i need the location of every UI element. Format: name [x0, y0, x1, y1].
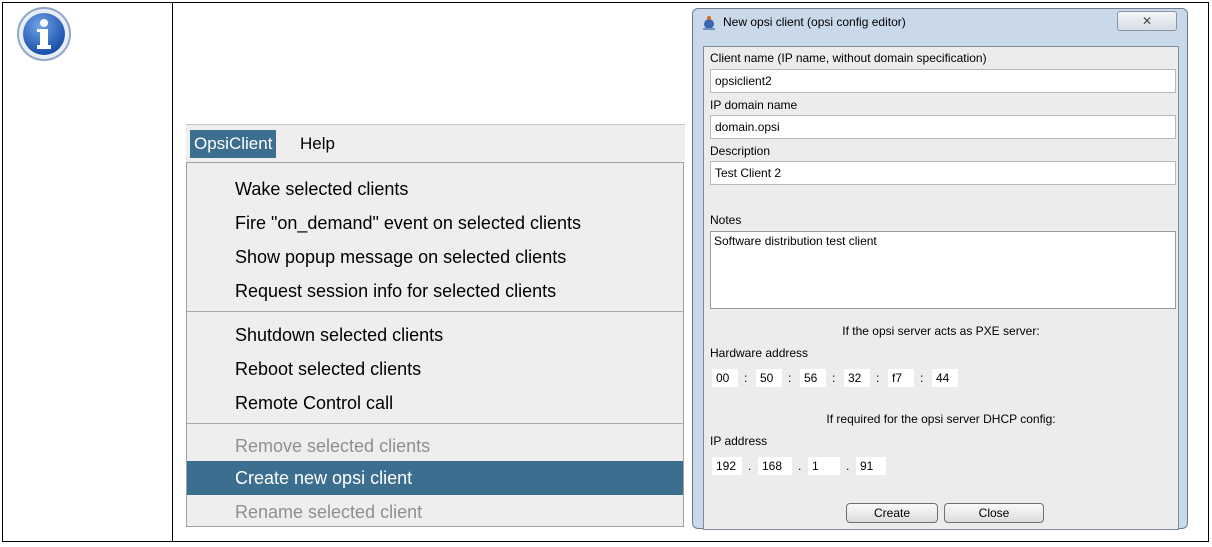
hw-colon: : [876, 371, 880, 385]
hw-colon: : [920, 371, 924, 385]
window-close-icon[interactable]: ✕ [1117, 11, 1177, 31]
menu-separator [187, 311, 683, 312]
menu-item-remote-control[interactable]: Remote Control call [187, 386, 683, 420]
menu-item-reboot[interactable]: Reboot selected clients [187, 352, 683, 386]
menu-item-wake-clients[interactable]: Wake selected clients [187, 172, 683, 206]
menu-item-fire-on-demand[interactable]: Fire "on_demand" event on selected clien… [187, 206, 683, 240]
dialog-content: Client name (IP name, without domain spe… [703, 46, 1179, 530]
opsi-app-icon [703, 16, 715, 30]
ip-dot: . [798, 459, 802, 473]
opsiclient-dropdown-menu: Wake selected clients Fire "on_demand" e… [186, 162, 684, 527]
hw-segment[interactable]: 32 [844, 369, 870, 387]
ip-dot: . [846, 459, 850, 473]
menu-item-show-popup[interactable]: Show popup message on selected clients [187, 240, 683, 274]
menu-opsiclient[interactable]: OpsiClient [190, 130, 277, 158]
ip-segment[interactable]: 1 [808, 457, 840, 475]
ip-segment[interactable]: 168 [758, 457, 792, 475]
create-button[interactable]: Create [846, 503, 938, 523]
ip-segment[interactable]: 192 [712, 457, 742, 475]
dialog-titlebar[interactable]: New opsi client (opsi config editor) ✕ [693, 9, 1187, 37]
menu-item-create-client[interactable]: Create new opsi client [187, 461, 683, 495]
hw-segment[interactable]: 00 [712, 369, 738, 387]
pxe-note: If the opsi server acts as PXE server: [842, 324, 1040, 338]
description-field[interactable]: Test Client 2 [710, 161, 1176, 185]
client-name-field[interactable]: opsiclient2 [710, 69, 1176, 93]
dialog-title: New opsi client (opsi config editor) [723, 15, 906, 29]
info-icon [17, 7, 71, 61]
menu-item-remove-clients: Remove selected clients [235, 436, 431, 456]
description-label: Description [710, 144, 771, 158]
hw-colon: : [788, 371, 792, 385]
hardware-address-label: Hardware address [710, 346, 809, 360]
hw-segment[interactable]: 44 [932, 369, 958, 387]
ip-segment[interactable]: 91 [856, 457, 886, 475]
close-button[interactable]: Close [944, 503, 1044, 523]
notes-label: Notes [710, 213, 742, 227]
ip-address-label: IP address [710, 434, 768, 448]
menu-help[interactable]: Help [296, 130, 339, 158]
hw-segment[interactable]: 50 [756, 369, 782, 387]
hw-segment[interactable]: 56 [800, 369, 826, 387]
menu-separator [187, 423, 683, 424]
menu-item-rename-client: Rename selected client [235, 502, 423, 522]
hw-colon: : [744, 371, 748, 385]
new-client-dialog: New opsi client (opsi config editor) ✕ C… [692, 8, 1188, 530]
menu-item-request-session-info[interactable]: Request session info for selected client… [187, 274, 683, 308]
notes-textarea[interactable]: Software distribution test client [710, 231, 1176, 309]
ip-dot: . [748, 459, 752, 473]
domain-label: IP domain name [710, 98, 798, 112]
menu-bar: OpsiClient Help [186, 124, 685, 162]
menu-item-shutdown[interactable]: Shutdown selected clients [187, 318, 683, 352]
domain-field[interactable]: domain.opsi [710, 115, 1176, 139]
hw-colon: : [832, 371, 836, 385]
hw-segment[interactable]: f7 [888, 369, 914, 387]
dhcp-note: If required for the opsi server DHCP con… [826, 412, 1056, 426]
client-name-label: Client name (IP name, without domain spe… [710, 51, 987, 65]
column-divider [172, 2, 173, 542]
